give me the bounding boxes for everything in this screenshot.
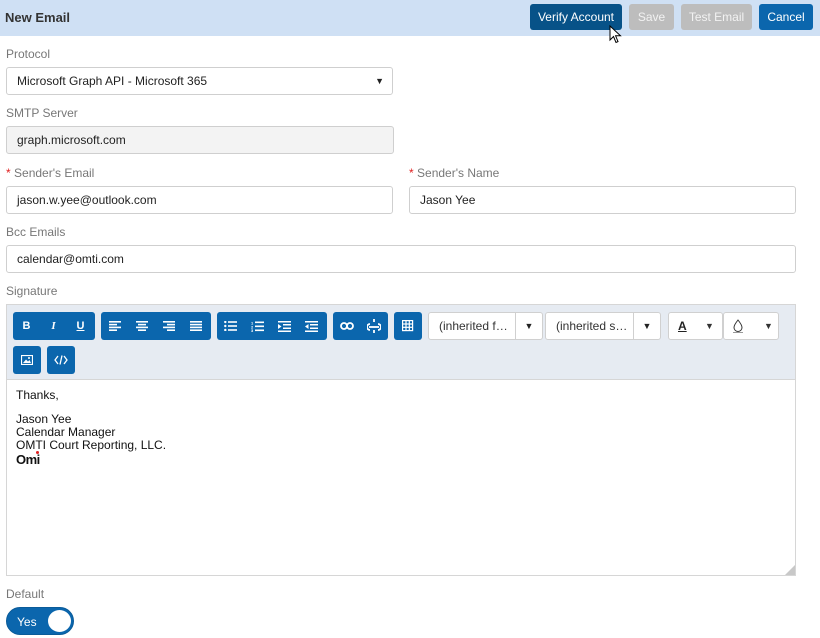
default-label: Default xyxy=(6,587,45,601)
align-right-icon xyxy=(162,321,175,331)
insert-image-button[interactable] xyxy=(13,346,40,374)
underline-icon: U xyxy=(76,320,85,332)
senders-name-label: * Sender's Name xyxy=(409,166,499,180)
smtp-server-field: graph.microsoft.com xyxy=(6,126,394,154)
chevron-down-icon: ▼ xyxy=(633,313,660,339)
justify-button[interactable] xyxy=(182,312,209,340)
signature-content[interactable]: Thanks, Jason Yee Calendar Manager OMTI … xyxy=(16,389,166,467)
bcc-emails-label: Bcc Emails xyxy=(6,225,66,239)
logo-text: Omi xyxy=(16,452,40,467)
justify-icon xyxy=(189,321,202,331)
unlink-icon xyxy=(366,319,381,333)
signature-editor[interactable]: B I U 123 (inherited f… ▼ (inherited s… … xyxy=(6,304,796,576)
protocol-select[interactable]: Microsoft Graph API - Microsoft 365 ▼ xyxy=(6,67,393,95)
align-left-button[interactable] xyxy=(101,312,128,340)
logo-dot xyxy=(35,451,39,454)
outdent-icon xyxy=(305,320,318,332)
numbered-list-icon: 123 xyxy=(251,321,264,332)
chevron-down-icon: ▼ xyxy=(764,321,773,331)
bold-icon: B xyxy=(22,320,31,332)
editor-toolbar: B I U 123 (inherited f… ▼ (inherited s… … xyxy=(7,305,795,380)
unlink-button[interactable] xyxy=(360,312,387,340)
font-family-value: (inherited f… xyxy=(439,319,508,333)
font-family-dropdown[interactable]: (inherited f… ▼ xyxy=(428,312,543,340)
chevron-down-icon: ▼ xyxy=(515,313,542,339)
underline-button[interactable]: U xyxy=(67,312,94,340)
font-color-dropdown[interactable]: A ▼ xyxy=(668,312,723,340)
senders-email-input[interactable]: jason.w.yee@outlook.com xyxy=(6,186,393,214)
insert-link-button[interactable] xyxy=(333,312,360,340)
bulleted-list-button[interactable] xyxy=(217,312,244,340)
senders-email-label-text: Sender's Email xyxy=(14,166,95,180)
align-center-icon xyxy=(135,321,148,331)
italic-icon: I xyxy=(51,320,56,332)
smtp-server-value: graph.microsoft.com xyxy=(17,133,126,147)
align-left-icon xyxy=(108,321,121,331)
required-indicator: * xyxy=(6,166,11,180)
dialog-header: New Email Verify Account Save Test Email… xyxy=(0,0,820,36)
save-button[interactable]: Save xyxy=(629,4,674,30)
cancel-button[interactable]: Cancel xyxy=(759,4,813,30)
code-group xyxy=(47,346,75,374)
senders-name-label-text: Sender's Name xyxy=(417,166,500,180)
align-center-button[interactable] xyxy=(128,312,155,340)
protocol-label: Protocol xyxy=(6,47,51,61)
html-source-button[interactable] xyxy=(47,346,74,374)
bcc-emails-input[interactable]: calendar@omti.com xyxy=(6,245,796,273)
signature-line: Thanks, xyxy=(16,388,59,402)
dialog-title: New Email xyxy=(5,10,71,25)
image-icon xyxy=(20,355,33,365)
insert-table-button[interactable] xyxy=(394,312,421,340)
table-icon xyxy=(401,320,413,332)
svg-text:3: 3 xyxy=(251,328,254,332)
signature-line: OMTI Court Reporting, LLC. xyxy=(16,438,167,452)
table-group xyxy=(394,312,422,340)
smtp-server-label: SMTP Server xyxy=(6,106,78,120)
senders-email-value: jason.w.yee@outlook.com xyxy=(17,193,157,207)
mouse-cursor-icon xyxy=(609,25,622,44)
indent-icon xyxy=(278,320,291,332)
font-color-icon: A xyxy=(678,319,687,333)
code-icon xyxy=(53,355,68,365)
link-icon xyxy=(339,322,354,330)
background-color-icon xyxy=(724,319,756,333)
link-group xyxy=(333,312,388,340)
default-toggle[interactable]: Yes xyxy=(6,607,74,635)
senders-email-label: * Sender's Email xyxy=(6,166,94,180)
chevron-down-icon: ▼ xyxy=(375,76,384,86)
protocol-value: Microsoft Graph API - Microsoft 365 xyxy=(17,74,208,88)
senders-name-value: Jason Yee xyxy=(420,193,476,207)
list-group: 123 xyxy=(217,312,327,340)
font-size-value: (inherited s… xyxy=(556,319,628,333)
toggle-label: Yes xyxy=(17,615,37,629)
required-indicator: * xyxy=(409,166,414,180)
numbered-list-button[interactable]: 123 xyxy=(244,312,271,340)
toggle-knob xyxy=(48,610,71,632)
test-email-button[interactable]: Test Email xyxy=(681,4,752,30)
bulleted-list-icon xyxy=(224,321,237,331)
alignment-group xyxy=(101,312,211,340)
senders-name-input[interactable]: Jason Yee xyxy=(409,186,796,214)
resize-handle[interactable] xyxy=(785,565,795,575)
indent-button[interactable] xyxy=(271,312,298,340)
font-size-dropdown[interactable]: (inherited s… ▼ xyxy=(545,312,661,340)
outdent-button[interactable] xyxy=(298,312,325,340)
bcc-emails-value: calendar@omti.com xyxy=(17,252,124,266)
signature-label: Signature xyxy=(6,284,58,298)
background-color-dropdown[interactable]: ▼ xyxy=(723,312,779,340)
chevron-down-icon: ▼ xyxy=(705,321,714,331)
image-group xyxy=(13,346,41,374)
bold-button[interactable]: B xyxy=(13,312,40,340)
italic-button[interactable]: I xyxy=(40,312,67,340)
format-group: B I U xyxy=(13,312,95,340)
omti-logo: Omi xyxy=(16,451,40,467)
align-right-button[interactable] xyxy=(155,312,182,340)
